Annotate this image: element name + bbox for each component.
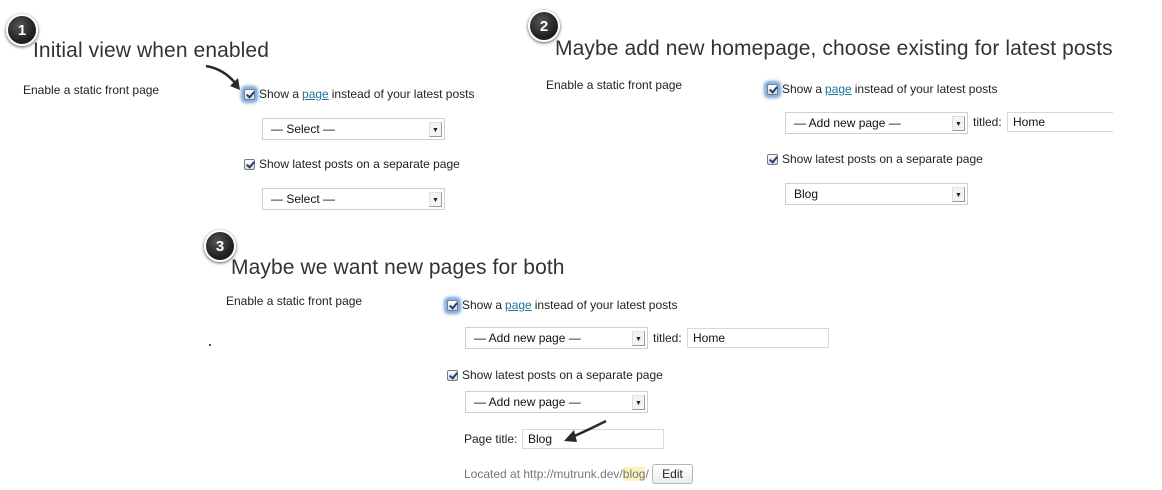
titled-label: titled: bbox=[973, 115, 1002, 129]
curved-arrow-icon bbox=[205, 64, 240, 90]
select-value: — Add new page — bbox=[474, 395, 581, 409]
page-title-label: Page title: bbox=[464, 432, 518, 446]
titled-label: titled: bbox=[653, 331, 682, 345]
checked-checkbox-icon[interactable] bbox=[244, 158, 255, 170]
front-page-title-input[interactable]: Home bbox=[687, 328, 829, 348]
page-link[interactable]: page bbox=[505, 298, 532, 312]
located-slug: blog bbox=[622, 467, 646, 481]
dropdown-arrow-icon: ▼ bbox=[429, 122, 442, 137]
front-page-select[interactable]: — Add new page — ▼ bbox=[785, 112, 968, 134]
posts-page-select[interactable]: — Select — ▼ bbox=[262, 188, 445, 210]
dropdown-arrow-icon: ▼ bbox=[952, 116, 965, 131]
step-3-heading: Maybe we want new pages for both bbox=[231, 256, 565, 279]
front-page-title-input[interactable]: Home bbox=[1007, 112, 1113, 132]
checked-checkbox-icon[interactable] bbox=[767, 153, 778, 165]
section-label-static-front-page: Enable a static front page bbox=[226, 294, 363, 308]
option-posts-label: Show latest posts on a separate page bbox=[259, 157, 460, 171]
option-show-posts[interactable]: Show latest posts on a separate page bbox=[447, 368, 663, 382]
option-posts-label: Show latest posts on a separate page bbox=[462, 368, 663, 382]
option-page-prefix: Show a bbox=[462, 298, 503, 312]
option-posts-label: Show latest posts on a separate page bbox=[782, 152, 983, 166]
option-show-page[interactable]: Show a page instead of your latest posts bbox=[244, 87, 474, 101]
option-show-page[interactable]: Show a page instead of your latest posts bbox=[767, 82, 997, 96]
step-1-heading: Initial view when enabled bbox=[33, 39, 269, 62]
curved-arrow-icon bbox=[564, 419, 607, 442]
front-page-select[interactable]: — Select — ▼ bbox=[262, 118, 445, 140]
page-link[interactable]: page bbox=[825, 82, 852, 96]
step-2-heading: Maybe add new homepage, choose existing … bbox=[555, 37, 1113, 60]
posts-page-select[interactable]: — Add new page — ▼ bbox=[465, 391, 648, 413]
front-page-select[interactable]: — Add new page — ▼ bbox=[465, 327, 648, 349]
located-suffix: / bbox=[645, 467, 649, 481]
option-page-suffix: instead of your latest posts bbox=[331, 87, 475, 101]
select-value: — Select — bbox=[271, 122, 336, 136]
checked-checkbox-icon[interactable] bbox=[447, 299, 458, 311]
option-show-posts[interactable]: Show latest posts on a separate page bbox=[767, 152, 983, 166]
checked-checkbox-icon[interactable] bbox=[447, 369, 458, 381]
option-show-posts[interactable]: Show latest posts on a separate page bbox=[244, 157, 460, 171]
stray-dot bbox=[209, 344, 211, 346]
dropdown-arrow-icon: ▼ bbox=[952, 187, 965, 202]
dropdown-arrow-icon: ▼ bbox=[632, 331, 645, 346]
option-show-page[interactable]: Show a page instead of your latest posts bbox=[447, 298, 677, 312]
checked-checkbox-icon[interactable] bbox=[767, 83, 778, 95]
section-label-static-front-page: Enable a static front page bbox=[23, 83, 160, 97]
select-value: — Add new page — bbox=[474, 331, 581, 345]
located-at-text: Located at http://mutrunk.dev/ blog / bbox=[464, 467, 649, 481]
select-value: — Select — bbox=[271, 192, 336, 206]
posts-page-select[interactable]: Blog ▼ bbox=[785, 183, 968, 205]
section-label-static-front-page: Enable a static front page bbox=[546, 78, 683, 92]
dropdown-arrow-icon: ▼ bbox=[429, 192, 442, 207]
select-value: Blog bbox=[794, 187, 819, 201]
dropdown-arrow-icon: ▼ bbox=[632, 395, 645, 410]
located-prefix: Located at http://mutrunk.dev/ bbox=[464, 467, 623, 481]
option-page-suffix: instead of your latest posts bbox=[854, 82, 998, 96]
edit-slug-button[interactable]: Edit bbox=[652, 464, 693, 484]
option-page-prefix: Show a bbox=[259, 87, 300, 101]
checked-checkbox-icon[interactable] bbox=[244, 88, 255, 100]
select-value: — Add new page — bbox=[794, 116, 901, 130]
option-page-suffix: instead of your latest posts bbox=[534, 298, 678, 312]
option-page-prefix: Show a bbox=[782, 82, 823, 96]
page-link[interactable]: page bbox=[302, 87, 329, 101]
